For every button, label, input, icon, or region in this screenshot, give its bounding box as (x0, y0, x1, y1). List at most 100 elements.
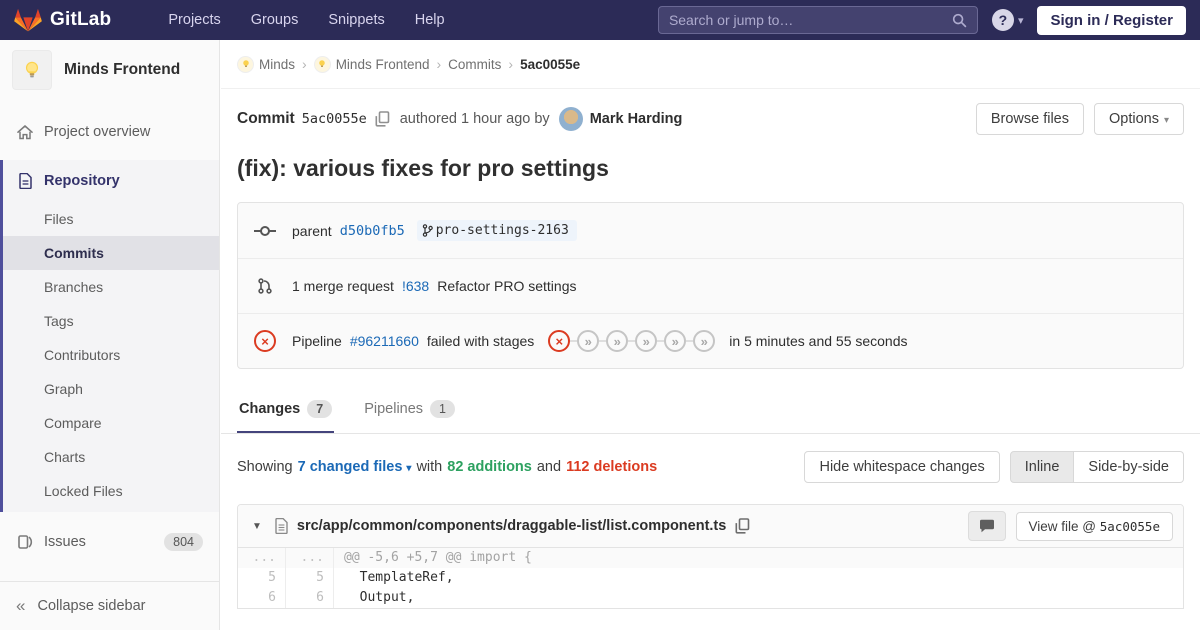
commit-node-icon (254, 225, 276, 237)
merge-request-row: 1 merge request !638 Refactor PRO settin… (238, 258, 1183, 313)
diff-stats-bar: Showing 7 changed files ▾ with 82 additi… (221, 434, 1200, 500)
pipeline-stage-failed-icon[interactable]: × (548, 330, 570, 352)
pipeline-stage-skipped-icon[interactable]: » (693, 330, 715, 352)
mr-title: Refactor PRO settings (437, 278, 576, 294)
chevron-down-icon: ▾ (406, 463, 411, 474)
commit-tabs: Changes 7 Pipelines 1 (221, 387, 1200, 434)
deletions-count: 112 deletions (566, 459, 657, 475)
sidebar-item-contributors[interactable]: Contributors (3, 338, 219, 372)
old-line-number[interactable]: 6 (238, 588, 286, 608)
gitlab-logo[interactable]: GitLab (14, 7, 111, 34)
diff-line-row: 6 6 Output, (238, 588, 1183, 608)
breadcrumb-item-commits[interactable]: Commits (448, 57, 501, 72)
collapse-sidebar-button[interactable]: « Collapse sidebar (0, 581, 219, 630)
merge-request-icon (254, 278, 276, 294)
file-actions: View file @ 5ac0055e (968, 511, 1173, 541)
changed-files-dropdown[interactable]: 7 changed files ▾ (298, 459, 412, 475)
nav-item-projects[interactable]: Projects (155, 4, 233, 36)
nav-item-help[interactable]: Help (402, 4, 458, 36)
and-text: and (537, 459, 561, 475)
branch-name: pro-settings-2163 (436, 223, 569, 238)
pipeline-stage-skipped-icon[interactable]: » (635, 330, 657, 352)
tab-changes[interactable]: Changes 7 (237, 387, 334, 433)
new-line-number[interactable]: 6 (286, 588, 334, 608)
sidebar-item-tags[interactable]: Tags (3, 304, 219, 338)
sidebar-item-locked-files[interactable]: Locked Files (3, 474, 219, 508)
sidebar-item-charts[interactable]: Charts (3, 440, 219, 474)
sidebar-item-repository[interactable]: Repository (3, 160, 219, 202)
options-dropdown-button[interactable]: Options▾ (1094, 103, 1184, 135)
search-box[interactable] (658, 6, 978, 34)
project-avatar-icon (314, 56, 331, 73)
breadcrumb-item-minds[interactable]: Minds (237, 56, 295, 73)
sidebar-item-issues[interactable]: Issues 804 (0, 524, 219, 560)
search-input[interactable] (669, 12, 952, 28)
hunk-header-text: @@ -5,6 +5,7 @@ import { (334, 548, 1183, 568)
sidebar-item-compare[interactable]: Compare (3, 406, 219, 440)
diff-file-block: ▼ src/app/common/components/draggable-li… (237, 504, 1184, 609)
code-line: Output, (334, 588, 1183, 608)
nav-item-groups[interactable]: Groups (238, 4, 312, 36)
file-icon (275, 518, 288, 534)
browse-files-button[interactable]: Browse files (976, 103, 1084, 135)
branch-badge[interactable]: pro-settings-2163 (417, 220, 577, 241)
chevron-down-icon: ▾ (1018, 14, 1024, 27)
changes-count-badge: 7 (307, 400, 332, 418)
parent-sha-link[interactable]: d50b0fb5 (340, 223, 405, 239)
breadcrumb-separator: › (508, 56, 513, 72)
pipeline-stage-skipped-icon[interactable]: » (577, 330, 599, 352)
issues-count-badge: 804 (164, 533, 203, 551)
toggle-comments-button[interactable] (968, 511, 1006, 541)
pipeline-failed-icon[interactable]: × (254, 330, 276, 352)
author-name[interactable]: Mark Harding (590, 111, 683, 127)
author-avatar[interactable] (559, 107, 583, 131)
repository-subnav: Files Commits Branches Tags Contributors… (3, 202, 219, 512)
breadcrumb-separator: › (302, 56, 307, 72)
mr-ref-link[interactable]: !638 (402, 278, 429, 294)
file-path[interactable]: src/app/common/components/draggable-list… (297, 518, 726, 534)
inline-view-button[interactable]: Inline (1010, 451, 1075, 483)
stage-connector (599, 340, 606, 342)
tab-pipelines[interactable]: Pipelines 1 (362, 387, 457, 433)
sidebar-section-label: Repository (44, 173, 120, 189)
side-by-side-view-button[interactable]: Side-by-side (1074, 451, 1184, 483)
chevron-down-icon: ▾ (1164, 115, 1169, 126)
sidebar-item-files[interactable]: Files (3, 202, 219, 236)
old-line-number[interactable]: 5 (238, 568, 286, 588)
diff-view-controls: Hide whitespace changes Inline Side-by-s… (804, 451, 1184, 483)
old-line-number: ... (238, 548, 286, 568)
search-icon[interactable] (952, 13, 967, 28)
sidebar-item-branches[interactable]: Branches (3, 270, 219, 304)
commit-label: Commit (237, 110, 295, 128)
sidebar-item-graph[interactable]: Graph (3, 372, 219, 406)
pipeline-stage-skipped-icon[interactable]: » (606, 330, 628, 352)
view-file-button[interactable]: View file @ 5ac0055e (1016, 512, 1173, 541)
commit-actions: Browse files Options▾ (976, 103, 1184, 135)
with-text: with (416, 459, 442, 475)
pipeline-id-link[interactable]: #96211660 (350, 333, 419, 349)
showing-text: Showing (237, 459, 293, 475)
sidebar-item-commits[interactable]: Commits (3, 236, 219, 270)
sign-in-button[interactable]: Sign in / Register (1037, 6, 1186, 35)
collapse-file-caret-icon[interactable]: ▼ (248, 521, 266, 532)
sidebar-item-label: Issues (44, 534, 86, 550)
sidebar-section-repository: Repository Files Commits Branches Tags C… (0, 160, 219, 512)
new-line-number[interactable]: 5 (286, 568, 334, 588)
nav-item-snippets[interactable]: Snippets (315, 4, 397, 36)
pipeline-row: × Pipeline #96211660 failed with stages … (238, 313, 1183, 368)
help-menu[interactable]: ? ▾ (992, 9, 1024, 31)
help-icon[interactable]: ? (992, 9, 1014, 31)
breadcrumb-item-minds-frontend[interactable]: Minds Frontend (314, 56, 430, 73)
sidebar-item-project-overview[interactable]: Project overview (0, 114, 219, 150)
commit-header: Commit 5ac0055e authored 1 hour ago by M… (221, 89, 1200, 145)
diff-line-row: 5 5 TemplateRef, (238, 568, 1183, 588)
collapse-chevrons-icon: « (16, 596, 25, 616)
pipeline-stage-skipped-icon[interactable]: » (664, 330, 686, 352)
breadcrumb-separator: › (436, 56, 441, 72)
code-line: TemplateRef, (334, 568, 1183, 588)
hide-whitespace-button[interactable]: Hide whitespace changes (804, 451, 999, 483)
copy-sha-button[interactable] (375, 111, 390, 127)
copy-file-path-button[interactable] (735, 518, 750, 534)
nav-menu: Projects Groups Snippets Help (155, 4, 457, 36)
project-link[interactable]: Minds Frontend (0, 40, 219, 100)
